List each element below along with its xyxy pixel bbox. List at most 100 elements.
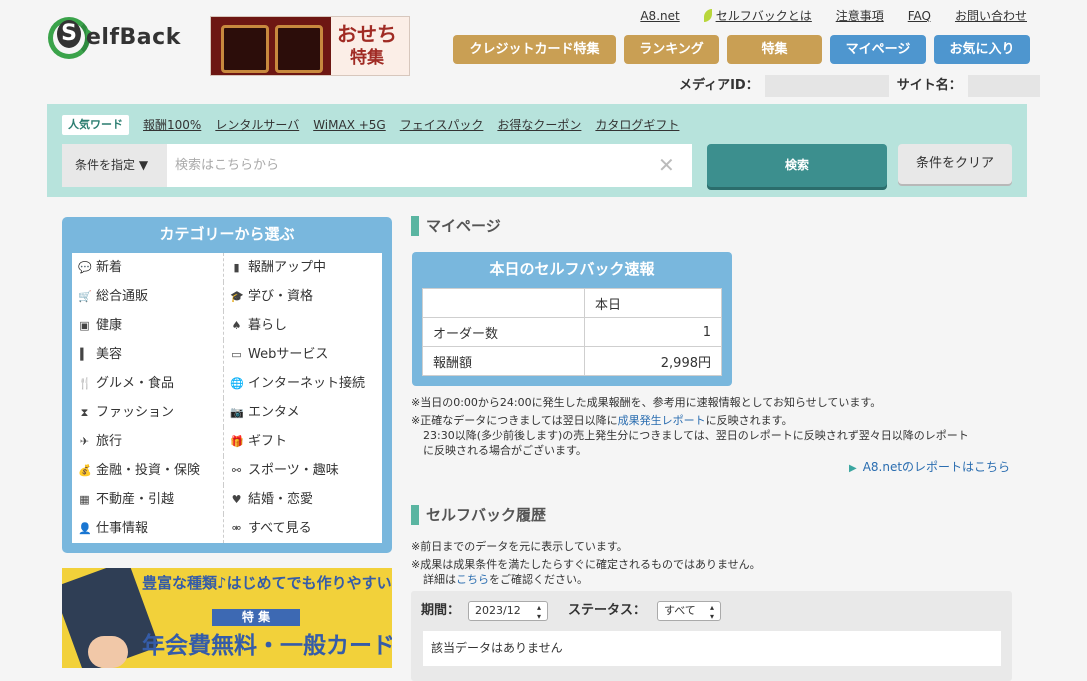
logo-letter: S xyxy=(57,20,81,48)
link-faq[interactable]: FAQ xyxy=(908,8,931,24)
popular-keywords: 人気ワード 報酬100% レンタルサーバ WiMAX +5G フェイスパック お… xyxy=(62,115,679,135)
table-cell xyxy=(422,288,585,318)
nav-favorites-button[interactable]: お気に入り xyxy=(934,35,1030,64)
keyword-link[interactable]: フェイスパック xyxy=(400,117,484,133)
top-links: A8.net セルフバックとは 注意事項 FAQ お問い合わせ xyxy=(640,8,1027,24)
search-button[interactable]: 検索 xyxy=(707,144,887,187)
category-item-new[interactable]: 💬 新着 xyxy=(72,253,224,282)
banner-line2: 特集 xyxy=(350,48,384,68)
category-item-sports[interactable]: ⚯ スポーツ・趣味 xyxy=(224,456,382,485)
history-note-1: ※前日までのデータを元に表示しています。 xyxy=(411,540,628,553)
search-input[interactable] xyxy=(167,144,692,187)
condition-dropdown[interactable]: 条件を指定 ▼ xyxy=(62,144,167,187)
category-item-entertainment[interactable]: 📷 エンタメ xyxy=(224,398,382,427)
category-item-living[interactable]: ♠ 暮らし xyxy=(224,311,382,340)
category-item-reward-up[interactable]: ▮ 報酬アップ中 xyxy=(224,253,382,282)
table-row: 報酬額 2,998円 xyxy=(422,346,722,376)
category-item-finance[interactable]: 💰 金融・投資・保険 xyxy=(72,456,224,485)
category-item-realestate[interactable]: ▦ 不動産・引越 xyxy=(72,485,224,514)
category-item-gift[interactable]: 🎁 ギフト xyxy=(224,427,382,456)
link-notice[interactable]: 注意事項 xyxy=(836,8,884,24)
table-cell: 2,998円 xyxy=(584,346,722,376)
gift-icon: 🎁 xyxy=(230,435,244,448)
media-id-label: メディアID： xyxy=(679,78,759,93)
status-label: ステータス： xyxy=(568,603,647,618)
bar-chart-icon: ▮ xyxy=(233,261,240,274)
category-item-shopping[interactable]: 🛒 総合通販 xyxy=(72,282,224,311)
category-item-web[interactable]: ▭ Webサービス xyxy=(224,340,382,369)
category-item-gourmet[interactable]: 🍴 グルメ・食品 xyxy=(72,369,224,398)
category-item-health[interactable]: ▣ 健康 xyxy=(72,311,224,340)
nav-credit-card-button[interactable]: クレジットカード特集 xyxy=(453,35,616,64)
category-item-marriage[interactable]: ♥ 結婚・恋愛 xyxy=(224,485,382,514)
nav-ranking-button[interactable]: ランキング xyxy=(624,35,719,64)
period-select[interactable]: 2023/12 xyxy=(468,601,548,621)
keyword-link[interactable]: 報酬100% xyxy=(143,117,201,133)
flash-note-3: 23:30以降(多少前後します)の売上発生分につきましては、翌日のレポートに反映… xyxy=(423,429,969,442)
category-item-learning[interactable]: 🎓 学び・資格 xyxy=(224,282,382,311)
tree-icon: ♠ xyxy=(231,319,242,332)
hand-image xyxy=(88,636,128,668)
banner-line1: おせち xyxy=(337,22,397,46)
table-row: オーダー数 1 xyxy=(422,317,722,347)
bottle-icon: ▣ xyxy=(79,319,90,332)
category-title: カテゴリーから選ぶ xyxy=(159,225,295,243)
nav-mypage-button[interactable]: マイページ xyxy=(830,35,926,64)
clear-conditions-button[interactable]: 条件をクリア xyxy=(898,144,1012,184)
store-icon: ▦ xyxy=(79,493,90,506)
category-item-all[interactable]: ⚮ すべて見る xyxy=(224,514,382,543)
keyword-link[interactable]: カタログギフト xyxy=(595,117,679,133)
binoculars-icon: ⚮ xyxy=(231,522,242,535)
report-link-inline[interactable]: 成果発生レポート xyxy=(618,414,706,427)
status-select[interactable]: すべて xyxy=(657,601,721,621)
lipstick-icon: ▍ xyxy=(80,348,89,361)
dress-icon: ⧗ xyxy=(80,406,89,419)
table-cell: 1 xyxy=(584,317,722,347)
media-id-masked xyxy=(764,75,889,97)
category-item-beauty[interactable]: ▍ 美容 xyxy=(72,340,224,369)
mypage-title: マイページ xyxy=(411,216,501,236)
history-filter: 期間： 2023/12 ステータス： すべて 該当データはありません xyxy=(411,591,1012,681)
clear-input-icon[interactable]: ✕ xyxy=(658,154,675,176)
history-title: セルフバック履歴 xyxy=(411,505,546,525)
link-contact[interactable]: お問い合わせ xyxy=(955,8,1027,24)
keyword-link[interactable]: お得なクーポン xyxy=(497,117,581,133)
money-bag-icon: 💰 xyxy=(78,464,92,477)
leaf-icon xyxy=(703,9,712,22)
history-note-2: ※成果は成果条件を満たしたらすぐに確定されるものではありません。 xyxy=(411,558,761,571)
dumbbell-icon: ⚯ xyxy=(231,464,242,477)
flash-note-2: ※正確なデータにつきましては翌日以降に成果発生レポートに反映されます。 xyxy=(411,414,793,427)
graduation-cap-icon: 🎓 xyxy=(230,290,244,303)
a8-report-link[interactable]: ▶ A8.netのレポートはこちら xyxy=(849,459,1010,477)
site-name-masked xyxy=(967,75,1040,97)
category-item-internet[interactable]: 🌐 インターネット接続 xyxy=(224,369,382,398)
popular-tag: 人気ワード xyxy=(62,115,129,135)
category-box: カテゴリーから選ぶ 💬 新着 ▮ 報酬アップ中 🛒 総合通販 🎓 学び・資格 ▣ 健康 ♠… xyxy=(62,217,392,553)
category-item-travel[interactable]: ✈ 旅行 xyxy=(72,427,224,456)
airplane-icon: ✈ xyxy=(79,435,90,448)
flash-report-table: 本日 オーダー数 1 報酬額 2,998円 xyxy=(422,288,722,376)
logo-text: elfBack xyxy=(86,25,181,50)
main-nav: クレジットカード特集 ランキング 特集 マイページ お気に入り xyxy=(453,35,1030,64)
osechi-banner[interactable]: おせち 特集 xyxy=(210,16,410,76)
nav-special-button[interactable]: 特集 xyxy=(727,35,822,64)
card-banner-line2: 年会費無料・一般カード xyxy=(142,633,392,659)
table-cell: オーダー数 xyxy=(422,317,585,347)
keyword-link[interactable]: WiMAX +5G xyxy=(313,117,386,133)
table-row: 本日 xyxy=(422,288,722,318)
table-cell: 報酬額 xyxy=(422,346,585,376)
link-a8net[interactable]: A8.net xyxy=(640,8,679,24)
selfback-logo[interactable]: S elfBack xyxy=(48,16,193,64)
link-about[interactable]: セルフバックとは xyxy=(703,8,812,24)
monitor-icon: ▭ xyxy=(231,348,242,361)
osechi-food-image xyxy=(211,17,331,75)
flash-report-box: 本日のセルフバック速報 本日 オーダー数 1 報酬額 2,998円 xyxy=(412,252,732,386)
triangle-right-icon: ▶ xyxy=(849,463,857,474)
details-link[interactable]: こちら xyxy=(456,573,489,586)
category-item-jobs[interactable]: 👤 仕事情報 xyxy=(72,514,224,543)
category-item-fashion[interactable]: ⧗ ファッション xyxy=(72,398,224,427)
empty-message: 該当データはありません xyxy=(423,631,1001,666)
keyword-link[interactable]: レンタルサーバ xyxy=(215,117,299,133)
globe-icon: 🌐 xyxy=(230,377,244,390)
credit-card-banner[interactable]: 豊富な種類♪はじめてでも作りやすい 特 集 年会費無料・一般カード xyxy=(62,568,392,668)
